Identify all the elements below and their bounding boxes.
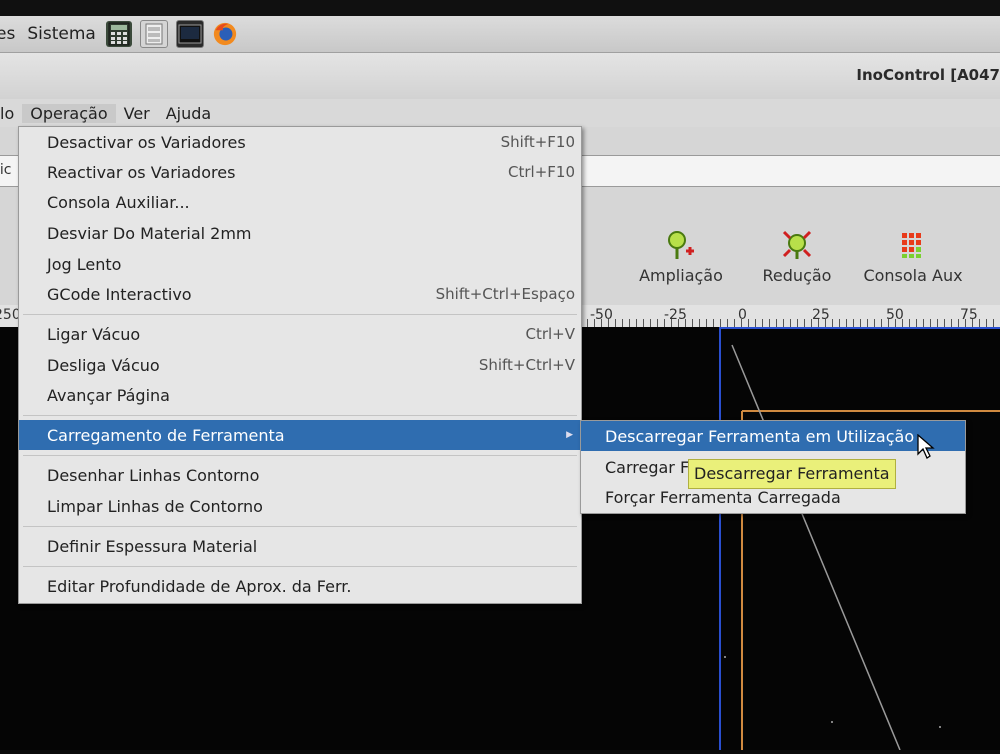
aux-console-button[interactable]: Consola Aux bbox=[858, 228, 968, 285]
aux-console-label: Consola Aux bbox=[863, 266, 963, 285]
zoom-in-label: Ampliação bbox=[639, 266, 723, 285]
menu-previous[interactable]: lo bbox=[0, 104, 22, 123]
system-panel: es Sistema bbox=[0, 16, 1000, 53]
grid-icon bbox=[858, 228, 968, 262]
mouse-cursor-icon bbox=[916, 433, 936, 464]
submenu-item-descarregar-utilizacao[interactable]: Descarregar Ferramenta em Utilização bbox=[581, 421, 965, 451]
ruler-tick: 25 bbox=[812, 307, 830, 323]
menu-item-ligar-vacuo[interactable]: Ligar Vácuo Ctrl+V bbox=[19, 319, 581, 349]
menu-item-desliga-vacuo[interactable]: Desliga Vácuo Shift+Ctrl+V bbox=[19, 350, 581, 380]
menu-item-jog-lento[interactable]: Jog Lento bbox=[19, 249, 581, 279]
menu-item-limpar-linhas[interactable]: Limpar Linhas de Contorno bbox=[19, 491, 581, 521]
menu-item-gcode-interactivo[interactable]: GCode Interactivo Shift+Ctrl+Espaço bbox=[19, 279, 581, 309]
ruler-scale bbox=[580, 319, 1000, 327]
panel-menu-fragment[interactable]: es bbox=[0, 24, 15, 44]
menu-item-definir-espessura[interactable]: Definir Espessura Material bbox=[19, 531, 581, 561]
terminal-icon[interactable] bbox=[175, 20, 204, 48]
window-titlebar: InoControl [A047 bbox=[0, 53, 1000, 99]
submenu-arrow-icon: ▶ bbox=[566, 430, 573, 440]
menu-item-editar-profundidade[interactable]: Editar Profundidade de Aprox. da Ferr. bbox=[19, 571, 581, 601]
menu-item-avancar-pagina[interactable]: Avançar Página bbox=[19, 380, 581, 410]
menubar: lo Operação Ver Ajuda bbox=[0, 99, 1000, 127]
menu-separator bbox=[23, 314, 577, 315]
menu-item-carregamento-ferramenta[interactable]: Carregamento de Ferramenta ▶ bbox=[19, 420, 581, 450]
firefox-icon[interactable] bbox=[212, 21, 238, 47]
file-manager-icon[interactable] bbox=[139, 20, 168, 48]
zoom-in-icon bbox=[626, 228, 736, 262]
toolpath-line bbox=[731, 344, 901, 751]
screen-bezel bbox=[0, 0, 1000, 16]
tooltip: Descarregar Ferramenta bbox=[688, 459, 896, 489]
menu-separator bbox=[23, 526, 577, 527]
ruler-tick: -50 bbox=[590, 307, 613, 323]
menu-item-desenhar-linhas[interactable]: Desenhar Linhas Contorno bbox=[19, 460, 581, 490]
calculator-icon[interactable] bbox=[105, 21, 132, 47]
ruler-tick: 50 bbox=[886, 307, 904, 323]
ruler-tick: 0 bbox=[738, 307, 747, 323]
zoom-out-button[interactable]: Redução bbox=[742, 228, 852, 285]
menu-item-consola-auxiliar[interactable]: Consola Auxiliar... bbox=[19, 187, 581, 217]
ruler-tick: 75 bbox=[960, 307, 978, 323]
menu-item-desviar-material[interactable]: Desviar Do Material 2mm bbox=[19, 218, 581, 248]
menu-ajuda[interactable]: Ajuda bbox=[158, 104, 220, 123]
path-field-text: lic bbox=[0, 162, 12, 178]
menu-operacao[interactable]: Operação bbox=[22, 103, 116, 123]
zoom-out-icon bbox=[742, 228, 852, 262]
panel-menu-sistema[interactable]: Sistema bbox=[27, 24, 95, 44]
menu-separator bbox=[23, 455, 577, 456]
zoom-in-button[interactable]: Ampliação bbox=[626, 228, 736, 285]
operacao-menu: Desactivar os Variadores Shift+F10 React… bbox=[18, 126, 582, 604]
menu-item-reactivar-variadores[interactable]: Reactivar os Variadores Ctrl+F10 bbox=[19, 157, 581, 187]
zoom-out-label: Redução bbox=[762, 266, 832, 285]
menu-ver[interactable]: Ver bbox=[116, 104, 158, 123]
ruler-tick: -25 bbox=[664, 307, 687, 323]
menu-item-desactivar-variadores[interactable]: Desactivar os Variadores Shift+F10 bbox=[19, 127, 581, 157]
menu-separator bbox=[23, 566, 577, 567]
menu-separator bbox=[23, 415, 577, 416]
window-title: InoControl [A047 bbox=[856, 66, 1000, 84]
